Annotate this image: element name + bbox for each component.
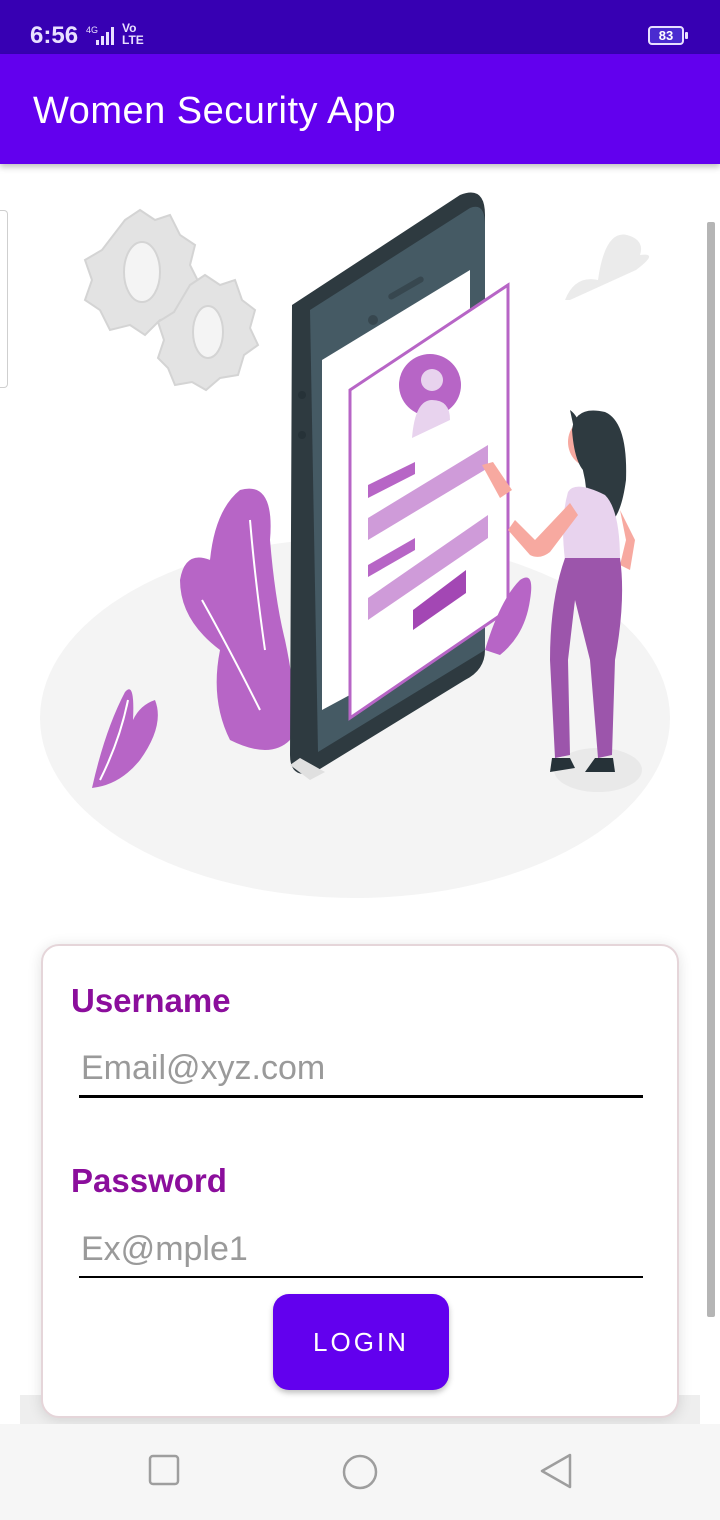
- scrollbar[interactable]: [707, 222, 715, 1317]
- username-label: Username: [71, 982, 231, 1019]
- username-input[interactable]: [79, 1042, 643, 1098]
- status-bar: 6:56 4G Vo LTE 83: [0, 0, 720, 54]
- status-time: 6:56: [30, 22, 79, 49]
- triangle-back-icon[interactable]: [538, 1452, 574, 1490]
- password-input[interactable]: [79, 1222, 643, 1278]
- password-label: Password: [71, 1162, 227, 1199]
- login-button[interactable]: LOGIN: [273, 1294, 449, 1390]
- app-title: Women Security App: [33, 90, 397, 132]
- square-icon[interactable]: [148, 1454, 180, 1486]
- app-bar: Women Security App: [0, 54, 720, 164]
- battery-icon: 83: [648, 26, 684, 45]
- login-card: Username Password LOGIN: [41, 944, 679, 1418]
- navigation-bar: [0, 1424, 720, 1520]
- login-illustration-icon: [40, 192, 670, 898]
- network-type-label: 4G: [86, 25, 98, 35]
- circle-icon[interactable]: [340, 1453, 380, 1493]
- volte-indicator: Vo LTE: [122, 21, 144, 47]
- left-edge-panel: [0, 210, 8, 388]
- battery-tip: [685, 32, 688, 39]
- signal-icon: 4G: [86, 25, 114, 45]
